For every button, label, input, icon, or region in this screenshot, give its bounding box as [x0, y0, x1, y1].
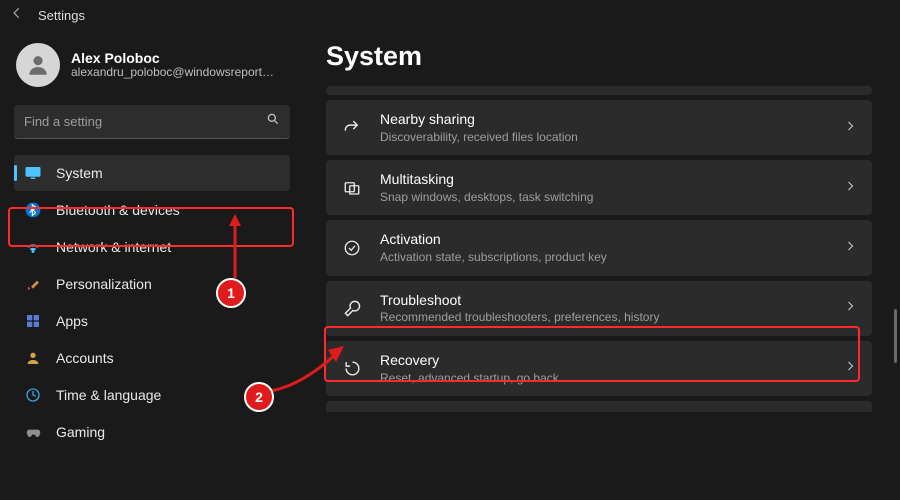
card-sliver	[326, 86, 872, 95]
sidebar-item-label: Apps	[56, 313, 88, 329]
user-block[interactable]: Alex Poloboc alexandru_poloboc@windowsre…	[14, 39, 290, 97]
sidebar-item-personalization[interactable]: Personalization	[14, 266, 290, 302]
wifi-icon	[24, 238, 42, 256]
card-desc: Reset, advanced startup, go back	[380, 371, 826, 385]
sidebar-item-system[interactable]: System	[14, 155, 290, 191]
bluetooth-icon	[24, 202, 42, 218]
user-email: alexandru_poloboc@windowsreport…	[71, 66, 274, 80]
chevron-right-icon	[844, 299, 856, 317]
back-icon[interactable]	[10, 6, 24, 25]
search-icon	[266, 112, 280, 131]
scrollbar[interactable]	[894, 309, 897, 363]
wrench-icon	[342, 299, 362, 318]
clock-globe-icon	[24, 387, 42, 403]
user-name: Alex Poloboc	[71, 50, 274, 66]
sidebar-item-apps[interactable]: Apps	[14, 303, 290, 339]
chevron-right-icon	[844, 179, 856, 197]
card-title: Recovery	[380, 352, 826, 369]
chevron-right-icon	[844, 359, 856, 377]
recovery-icon	[342, 359, 362, 378]
sidebar-item-label: Accounts	[56, 350, 114, 366]
system-categories: Nearby sharing Discoverability, received …	[326, 86, 872, 412]
multitask-icon	[342, 179, 362, 197]
sidebar-item-label: Bluetooth & devices	[56, 202, 180, 218]
card-title: Multitasking	[380, 171, 826, 188]
search-placeholder: Find a setting	[24, 114, 266, 129]
user-info: Alex Poloboc alexandru_poloboc@windowsre…	[71, 50, 274, 80]
page-title: System	[326, 41, 872, 72]
window-title: Settings	[38, 8, 85, 23]
card-recovery[interactable]: Recovery Reset, advanced startup, go back	[326, 341, 872, 396]
sidebar-item-label: Personalization	[56, 276, 152, 292]
gamepad-icon	[24, 424, 42, 441]
chevron-right-icon	[844, 239, 856, 257]
card-desc: Discoverability, received files location	[380, 130, 826, 144]
avatar	[16, 43, 60, 87]
card-title: Nearby sharing	[380, 111, 826, 128]
titlebar: Settings	[0, 0, 900, 31]
card-desc: Activation state, subscriptions, product…	[380, 250, 826, 264]
card-nearby-sharing[interactable]: Nearby sharing Discoverability, received …	[326, 100, 872, 155]
search-input[interactable]: Find a setting	[14, 105, 290, 139]
sidebar-item-label: System	[56, 165, 103, 181]
monitor-icon	[24, 164, 42, 182]
main: System Nearby sharing Discoverability, re…	[300, 31, 900, 500]
sidebar-item-label: Network & internet	[56, 239, 171, 255]
card-title: Troubleshoot	[380, 292, 826, 309]
card-title: Activation	[380, 231, 826, 248]
card-activation[interactable]: Activation Activation state, subscription…	[326, 220, 872, 275]
sidebar-item-accounts[interactable]: Accounts	[14, 340, 290, 376]
sidebar-item-label: Time & language	[56, 387, 161, 403]
card-desc: Recommended troubleshooters, preferences…	[380, 310, 826, 324]
chevron-right-icon	[844, 119, 856, 137]
card-multitasking[interactable]: Multitasking Snap windows, desktops, task…	[326, 160, 872, 215]
sidebar: Alex Poloboc alexandru_poloboc@windowsre…	[0, 31, 300, 500]
step-badge-1: 1	[216, 278, 246, 308]
card-desc: Snap windows, desktops, task switching	[380, 190, 826, 204]
sidebar-item-gaming[interactable]: Gaming	[14, 414, 290, 450]
share-icon	[342, 118, 362, 137]
sidebar-item-network[interactable]: Network & internet	[14, 229, 290, 265]
sidebar-item-bluetooth[interactable]: Bluetooth & devices	[14, 192, 290, 228]
step-badge-2: 2	[244, 382, 274, 412]
person-icon	[24, 350, 42, 366]
apps-icon	[24, 313, 42, 329]
sidebar-item-label: Gaming	[56, 424, 105, 440]
card-troubleshoot[interactable]: TroubleshootRecommended troubleshooters,…	[326, 281, 872, 336]
check-circle-icon	[342, 239, 362, 257]
card-projecting[interactable]: Projecting to this PC	[326, 401, 872, 412]
paintbrush-icon	[24, 276, 42, 292]
